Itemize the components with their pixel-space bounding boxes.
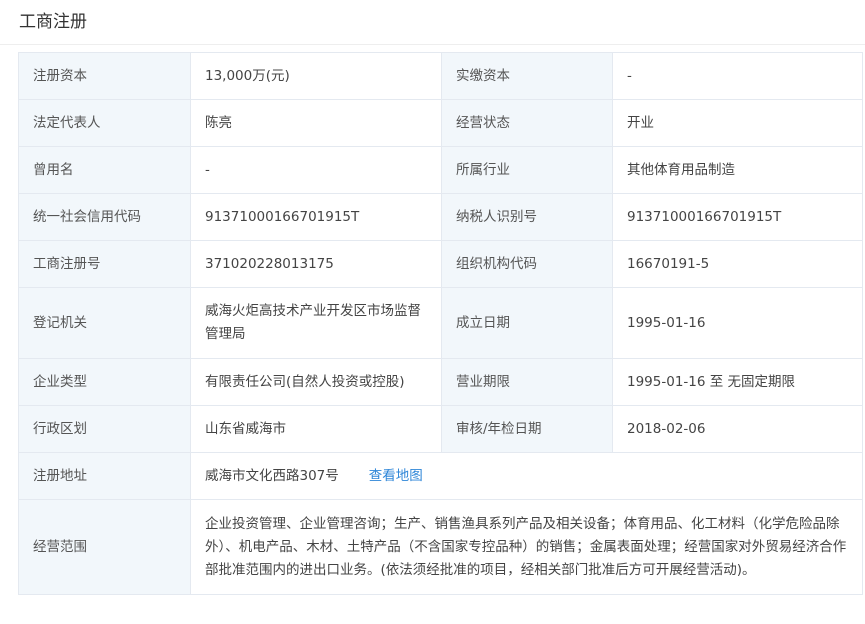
establishment-date-value: 1995-01-16 xyxy=(612,287,863,359)
field-label: 曾用名 xyxy=(18,146,191,194)
field-label: 企业类型 xyxy=(18,358,191,406)
table-row: 注册地址 威海市文化西路307号 查看地图 xyxy=(18,452,863,500)
inspection-date-value: 2018-02-06 xyxy=(612,405,863,453)
field-label: 实缴资本 xyxy=(441,52,613,100)
table-row: 统一社会信用代码 91371000166701915T 纳税人识别号 91371… xyxy=(18,193,863,241)
field-label: 营业期限 xyxy=(441,358,613,406)
field-label: 组织机构代码 xyxy=(441,240,613,288)
view-map-link[interactable]: 查看地图 xyxy=(369,468,423,484)
table-row: 法定代表人 陈亮 经营状态 开业 xyxy=(18,99,863,147)
registration-authority-value: 威海火炬高技术产业开发区市场监督管理局 xyxy=(190,287,442,359)
registered-address-cell: 威海市文化西路307号 查看地图 xyxy=(190,452,863,500)
registration-number-value: 371020228013175 xyxy=(190,240,442,288)
table-row: 经营范围 企业投资管理、企业管理咨询；生产、销售渔具系列产品及相关设备；体育用品… xyxy=(18,499,863,595)
field-label: 经营状态 xyxy=(441,99,613,147)
industry-value: 其他体育用品制造 xyxy=(612,146,863,194)
registered-address-value: 威海市文化西路307号 xyxy=(205,467,339,484)
field-label: 成立日期 xyxy=(441,287,613,359)
taxpayer-id-value: 91371000166701915T xyxy=(612,193,863,241)
table-row: 工商注册号 371020228013175 组织机构代码 16670191-5 xyxy=(18,240,863,288)
business-scope-value: 企业投资管理、企业管理咨询；生产、销售渔具系列产品及相关设备；体育用品、化工材料… xyxy=(190,499,863,595)
credit-code-value: 91371000166701915T xyxy=(190,193,442,241)
legal-representative-value: 陈亮 xyxy=(190,99,442,147)
field-label: 登记机关 xyxy=(18,287,191,359)
field-label: 法定代表人 xyxy=(18,99,191,147)
table-row: 曾用名 - 所属行业 其他体育用品制造 xyxy=(18,146,863,194)
table-row: 行政区划 山东省威海市 审核/年检日期 2018-02-06 xyxy=(18,405,863,453)
paid-in-capital-value: - xyxy=(612,52,863,100)
field-label: 审核/年检日期 xyxy=(441,405,613,453)
table-row: 企业类型 有限责任公司(自然人投资或控股) 营业期限 1995-01-16 至 … xyxy=(18,358,863,406)
field-label: 注册资本 xyxy=(18,52,191,100)
field-label: 统一社会信用代码 xyxy=(18,193,191,241)
table-row: 登记机关 威海火炬高技术产业开发区市场监督管理局 成立日期 1995-01-16 xyxy=(18,287,863,359)
administrative-region-value: 山东省威海市 xyxy=(190,405,442,453)
former-name-value: - xyxy=(190,146,442,194)
organization-code-value: 16670191-5 xyxy=(612,240,863,288)
business-registration-table: 注册资本 13,000万(元) 实缴资本 - 法定代表人 陈亮 经营状态 开业 … xyxy=(18,52,863,595)
table-row: 注册资本 13,000万(元) 实缴资本 - xyxy=(18,52,863,100)
field-label: 行政区划 xyxy=(18,405,191,453)
title-divider xyxy=(0,44,865,45)
field-label: 工商注册号 xyxy=(18,240,191,288)
registered-capital-value: 13,000万(元) xyxy=(190,52,442,100)
business-term-value: 1995-01-16 至 无固定期限 xyxy=(612,358,863,406)
field-label: 经营范围 xyxy=(18,499,191,595)
field-label: 注册地址 xyxy=(18,452,191,500)
section-title: 工商注册 xyxy=(19,12,87,32)
field-label: 纳税人识别号 xyxy=(441,193,613,241)
company-type-value: 有限责任公司(自然人投资或控股) xyxy=(190,358,442,406)
field-label: 所属行业 xyxy=(441,146,613,194)
business-status-value: 开业 xyxy=(612,99,863,147)
